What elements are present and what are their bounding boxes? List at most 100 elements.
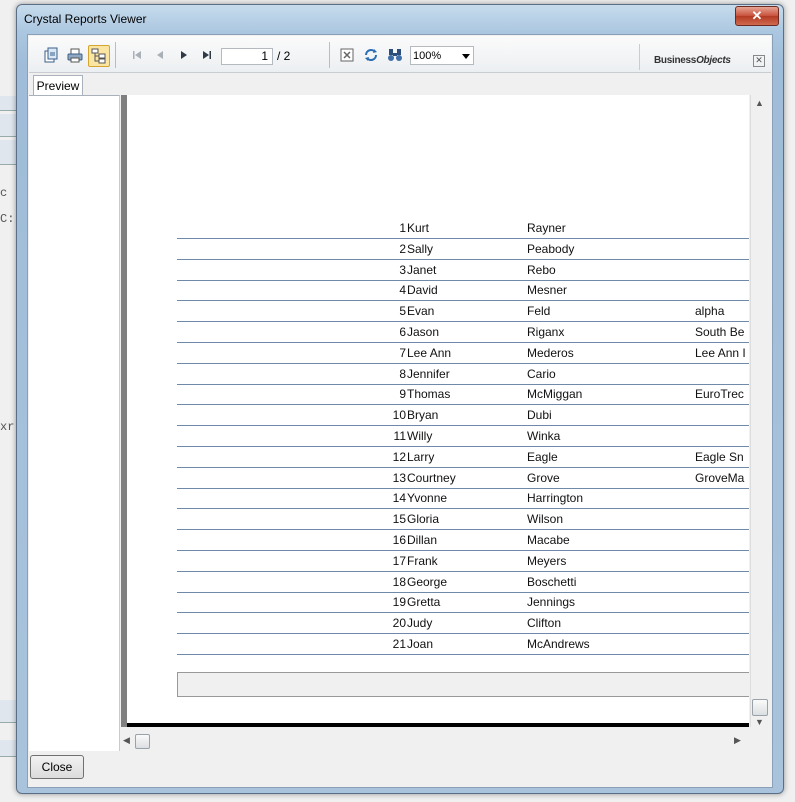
scroll-right-icon[interactable]: ▶ <box>734 735 741 746</box>
customer-id-cell: 21 <box>392 637 406 651</box>
customer-id-cell: 4 <box>399 283 406 298</box>
toolbar-separator <box>115 42 116 68</box>
next-page-icon <box>181 51 187 59</box>
customer-id-cell: 10 <box>392 408 406 423</box>
last-name-cell: Cario <box>527 366 556 381</box>
group-tree-toggle-icon <box>91 48 106 64</box>
last-name-cell: Boschetti <box>527 574 577 589</box>
customer-id-cell: 5 <box>399 304 406 319</box>
last-name-cell: Mederos <box>527 345 574 360</box>
page-number-input[interactable]: 1 <box>221 48 273 65</box>
close-icon[interactable]: ✕ <box>753 55 765 67</box>
vertical-scroll-thumb[interactable] <box>752 699 768 716</box>
customer-id-cell: 13 <box>392 470 406 485</box>
customer-id-cell: 14 <box>392 491 406 506</box>
previous-page-button[interactable] <box>150 45 170 65</box>
background-text: xr <box>0 420 15 434</box>
window-close-button[interactable]: ✕ <box>735 6 779 26</box>
table-row: 17 Frank Meyers <box>177 551 749 572</box>
export-button[interactable] <box>41 45 61 65</box>
last-name-cell: McAndrews <box>527 637 590 651</box>
zoom-value: 100% <box>413 50 442 62</box>
print-button[interactable] <box>65 45 85 65</box>
report-page: 1 Kurt Rayner 2 Sally Peabody 3 Janet Rebo 4 David… <box>127 95 749 727</box>
company-cell: Eagle Sn <box>695 449 744 464</box>
last-name-cell: Macabe <box>527 533 570 547</box>
last-page-icon <box>203 51 211 59</box>
scroll-left-icon[interactable]: ◀ <box>123 735 130 746</box>
first-name-cell: Sally <box>407 241 434 256</box>
last-page-button[interactable] <box>197 45 217 65</box>
last-name-cell: Clifton <box>527 616 562 631</box>
toggle-group-tree-button[interactable] <box>88 45 110 67</box>
customer-id-cell: 8 <box>399 366 406 381</box>
tab-preview[interactable]: Preview <box>33 75 83 96</box>
first-name-cell: Dillan <box>407 533 438 547</box>
refresh-button[interactable] <box>361 45 381 65</box>
chevron-down-icon <box>462 54 470 59</box>
horizontal-scrollbar[interactable]: ◀ ▶ <box>121 732 749 750</box>
customer-id-cell: 11 <box>393 429 406 443</box>
first-name-cell: Kurt <box>407 221 430 235</box>
last-name-cell: Harrington <box>527 491 584 506</box>
search-button[interactable] <box>385 45 405 65</box>
search-icon <box>388 49 402 61</box>
last-name-cell: Dubi <box>527 408 552 423</box>
first-name-cell: Yvonne <box>407 491 448 506</box>
last-name-cell: Meyers <box>527 553 567 568</box>
window-client-area: 1 / 2 100% BusinessObjects ✕ Preview 1 K… <box>27 34 773 788</box>
logo-text: Business <box>654 55 697 66</box>
first-name-cell: Judy <box>407 616 433 631</box>
last-name-cell: Riganx <box>527 325 565 339</box>
first-name-cell: George <box>407 574 448 589</box>
report-footer-box <box>177 672 749 697</box>
first-name-cell: David <box>407 283 438 298</box>
table-row: 16 Dillan Macabe <box>177 530 749 551</box>
last-name-cell: Rayner <box>527 221 566 235</box>
businessobjects-logo-area: BusinessObjects <box>639 44 750 70</box>
company-cell: EuroTrec <box>695 387 744 402</box>
table-row: 9 Thomas McMiggan EuroTrec <box>177 384 749 406</box>
viewer-toolbar: 1 / 2 100% BusinessObjects ✕ <box>29 36 771 73</box>
customer-id-cell: 18 <box>392 574 406 589</box>
first-name-cell: Gloria <box>407 512 440 527</box>
last-name-cell: Winka <box>527 429 561 443</box>
first-name-cell: Frank <box>407 553 438 568</box>
first-name-cell: Larry <box>407 449 435 464</box>
scroll-up-icon[interactable]: ▲ <box>755 98 764 108</box>
background-text: c <box>0 186 8 200</box>
first-name-cell: Courtney <box>407 470 456 485</box>
report-viewport: 1 Kurt Rayner 2 Sally Peabody 3 Janet Rebo 4 David… <box>121 95 749 727</box>
table-row: 19 Gretta Jennings <box>177 592 749 614</box>
last-name-cell: McMiggan <box>527 387 583 402</box>
next-page-button[interactable] <box>174 45 194 65</box>
vertical-scrollbar[interactable]: ▲ ▼ <box>750 95 769 727</box>
refresh-icon <box>365 49 377 61</box>
last-name-cell: Feld <box>527 304 551 319</box>
first-page-icon <box>133 51 141 59</box>
zoom-select[interactable]: 100% <box>410 46 474 65</box>
customer-id-cell: 17 <box>392 553 406 568</box>
table-row: 10 Bryan Dubi <box>177 405 749 427</box>
table-row: 2 Sally Peabody <box>177 239 749 260</box>
customer-id-cell: 15 <box>392 512 406 527</box>
stop-button[interactable] <box>337 45 357 65</box>
first-name-cell: Thomas <box>407 387 451 402</box>
customer-id-cell: 2 <box>399 241 406 256</box>
horizontal-scroll-thumb[interactable] <box>135 734 150 749</box>
scroll-down-icon[interactable]: ▼ <box>755 717 764 727</box>
customer-id-cell: 12 <box>392 449 406 464</box>
first-name-cell: Jason <box>407 325 440 339</box>
group-tree-panel <box>29 95 120 751</box>
last-name-cell: Wilson <box>527 512 564 527</box>
first-page-button[interactable] <box>127 45 147 65</box>
table-row: 18 George Boschetti <box>177 572 749 593</box>
first-name-cell: Joan <box>407 637 434 651</box>
close-button[interactable]: Close <box>30 755 84 779</box>
last-name-cell: Rebo <box>527 262 556 277</box>
table-row: 6 Jason Riganx South Be <box>177 322 749 343</box>
first-name-cell: Evan <box>407 304 435 319</box>
last-name-cell: Mesner <box>527 283 568 298</box>
table-row: 15 Gloria Wilson <box>177 509 749 531</box>
businessobjects-logo: BusinessObjects <box>654 55 731 66</box>
